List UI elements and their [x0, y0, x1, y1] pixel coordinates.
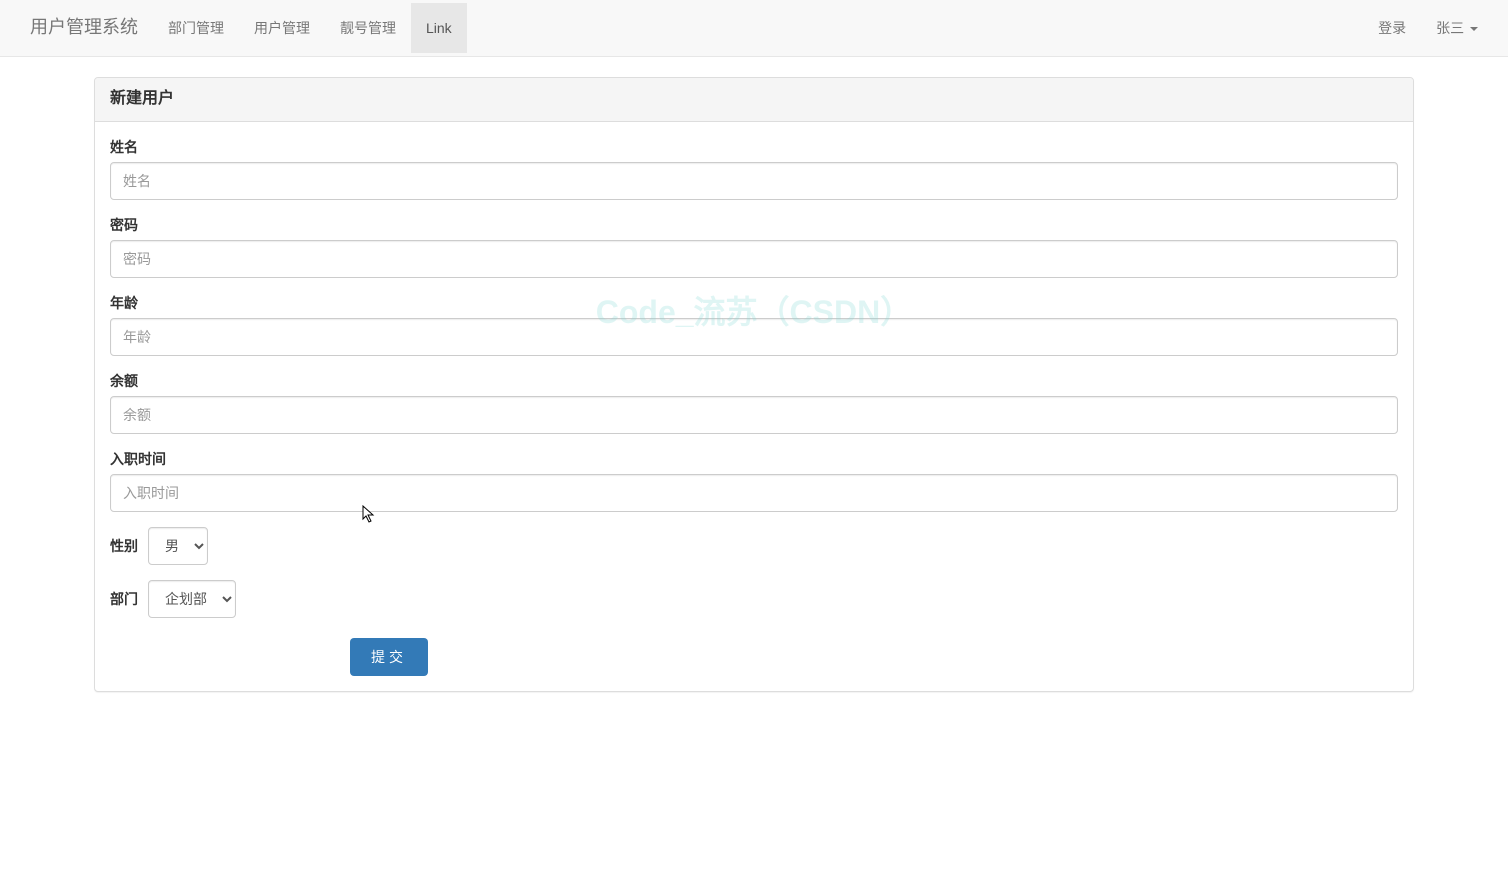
nav-user-dropdown[interactable]: 张三	[1421, 3, 1493, 53]
nav-login[interactable]: 登录	[1363, 3, 1421, 53]
age-label: 年龄	[110, 293, 138, 313]
nav-item-link[interactable]: Link	[411, 3, 467, 53]
age-input[interactable]	[110, 318, 1398, 356]
name-label: 姓名	[110, 137, 138, 157]
department-label: 部门	[110, 589, 138, 609]
balance-label: 余额	[110, 371, 138, 391]
nav-item-department[interactable]: 部门管理	[153, 3, 239, 53]
name-input[interactable]	[110, 162, 1398, 200]
navbar-brand[interactable]: 用户管理系统	[15, 0, 153, 56]
password-label: 密码	[110, 215, 138, 235]
nav-user-label: 张三	[1436, 20, 1464, 36]
nav-menu: 部门管理 用户管理 靓号管理 Link	[153, 3, 467, 53]
nav-right: 登录 张三	[1363, 3, 1493, 53]
form-panel: 新建用户 姓名 密码 年龄 余额	[94, 77, 1414, 692]
nav-item-number[interactable]: 靓号管理	[325, 3, 411, 53]
gender-label: 性别	[110, 536, 138, 556]
nav-item-user[interactable]: 用户管理	[239, 3, 325, 53]
panel-title: 新建用户	[95, 78, 1413, 122]
hire-date-input[interactable]	[110, 474, 1398, 512]
gender-select[interactable]: 男	[148, 527, 208, 565]
navbar: 用户管理系统 部门管理 用户管理 靓号管理 Link 登录 张三	[0, 0, 1508, 57]
caret-down-icon	[1470, 27, 1478, 31]
password-input[interactable]	[110, 240, 1398, 278]
create-user-form: 姓名 密码 年龄 余额 入职时间	[110, 137, 1398, 676]
hire-date-label: 入职时间	[110, 449, 166, 469]
submit-button[interactable]: 提交	[350, 638, 428, 676]
balance-input[interactable]	[110, 396, 1398, 434]
department-select[interactable]: 企划部	[148, 580, 236, 618]
